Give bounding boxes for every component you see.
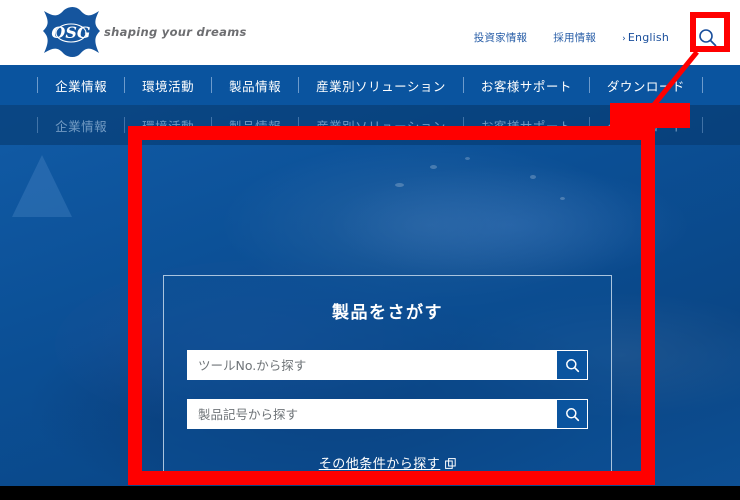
bottom-black-bar	[0, 486, 740, 500]
other-conditions-link-label: その他条件から探す	[318, 457, 441, 472]
hero-decor-spark	[430, 165, 437, 169]
site-header: OSG shaping your dreams 投資家情報 採用情報 › Engl…	[0, 0, 740, 65]
highlight-connector-block	[610, 103, 690, 128]
overlay-nav-item-support[interactable]: お客様サポート	[464, 116, 589, 135]
product-search-panel: 製品をさがす ツールNo.から探す 製品記号から探す その他条件から探す	[163, 275, 612, 478]
chevron-right-icon: ›	[622, 33, 626, 44]
nav-divider	[298, 77, 300, 93]
nav-item-solutions[interactable]: 産業別ソリューション	[299, 76, 463, 95]
nav-divider	[211, 77, 213, 93]
nav-item-environment[interactable]: 環境活動	[125, 76, 211, 95]
search-icon	[565, 407, 579, 421]
search-icon	[565, 358, 579, 372]
hero-decor-spark	[560, 197, 565, 200]
hero-decor-spark	[465, 157, 470, 160]
other-conditions-link[interactable]: その他条件から探す	[319, 457, 457, 472]
util-link-recruit[interactable]: 採用情報	[540, 30, 609, 45]
nav-divider	[37, 77, 39, 93]
tool-number-search-button[interactable]	[557, 351, 587, 379]
nav-divider	[701, 77, 703, 93]
product-search-title: 製品をさがす	[332, 303, 443, 323]
hero-decor-blob	[330, 165, 690, 285]
external-link-icon	[445, 458, 456, 473]
overlay-nav-item-solutions[interactable]: 産業別ソリューション	[299, 116, 463, 135]
nav-item-download[interactable]: ダウンロード	[590, 76, 702, 95]
page-root: OSG shaping your dreams 投資家情報 採用情報 › Engl…	[0, 0, 740, 500]
util-link-english[interactable]: › English	[609, 31, 682, 44]
nav-divider	[462, 77, 464, 93]
other-conditions-link-wrap: その他条件から探す	[164, 453, 611, 473]
nav-divider	[124, 77, 126, 93]
util-link-english-label: English	[627, 30, 669, 44]
overlay-nav-divider	[701, 117, 703, 133]
product-code-search-row	[187, 399, 588, 429]
hero-section: 企業情報 環境活動 製品情報 産業別ソリューション お客様サポート ダウンロード…	[0, 105, 740, 486]
nav-item-support[interactable]: お客様サポート	[464, 76, 589, 95]
overlay-nav-item-environment[interactable]: 環境活動	[125, 116, 211, 135]
product-code-search-button[interactable]	[557, 400, 587, 428]
logo-mark-icon: OSG	[43, 7, 100, 57]
hero-decor-spark	[530, 175, 536, 179]
hero-decor-triangle	[12, 155, 72, 217]
nav-item-corporate[interactable]: 企業情報	[38, 76, 124, 95]
nav-divider	[588, 77, 590, 93]
hero-decor-spark	[395, 183, 404, 187]
overlay-nav-item-products[interactable]: 製品情報	[212, 116, 298, 135]
svg-text:OSG: OSG	[51, 23, 90, 42]
osg-logo[interactable]: OSG	[38, 7, 104, 59]
tagline: shaping your dreams	[104, 25, 247, 39]
product-code-search-input[interactable]	[187, 399, 588, 429]
tool-number-search-row	[187, 350, 588, 380]
util-link-investor[interactable]: 投資家情報	[461, 30, 541, 45]
nav-item-products[interactable]: 製品情報	[212, 76, 298, 95]
tool-number-search-input[interactable]	[187, 350, 588, 380]
overlay-nav-item-corporate[interactable]: 企業情報	[38, 116, 124, 135]
main-navigation: 企業情報 環境活動 製品情報 産業別ソリューション お客様サポート ダウンロード	[0, 65, 740, 105]
search-toggle-highlight	[690, 12, 730, 52]
